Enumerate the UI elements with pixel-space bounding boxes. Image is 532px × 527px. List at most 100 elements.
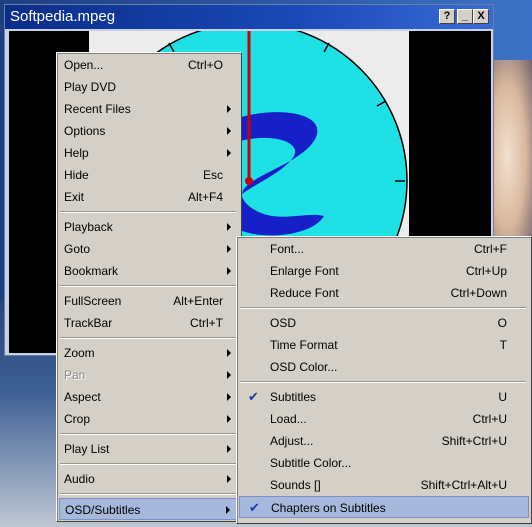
menu-item-goto[interactable]: Goto (59, 238, 239, 260)
menu-item-recent-files[interactable]: Recent Files (59, 98, 239, 120)
menu-item-label: Playback (64, 220, 113, 234)
close-button[interactable]: X (473, 9, 489, 24)
menu-item-shortcut: Ctrl+T (190, 316, 223, 330)
submenu-arrow-icon (227, 105, 231, 113)
menu-item-shortcut: O (497, 316, 507, 330)
submenu-arrow-icon (227, 415, 231, 423)
menu-item-pan: Pan (59, 364, 239, 386)
menu-item-fullscreen[interactable]: FullScreen Alt+Enter (59, 290, 239, 312)
menu-item-shortcut: Ctrl+U (472, 412, 507, 426)
menu-item-options[interactable]: Options (59, 120, 239, 142)
menu-item-label: Font... (270, 242, 305, 256)
menu-item-label: Recent Files (64, 102, 131, 116)
submenu-item-time-format[interactable]: Time Format T (239, 334, 529, 356)
submenu-arrow-icon (227, 349, 231, 357)
menu-item-zoom[interactable]: Zoom (59, 342, 239, 364)
help-button[interactable]: ? (439, 9, 455, 24)
menu-item-label: Zoom (64, 346, 95, 360)
menu-separator (240, 381, 526, 383)
menu-item-label: Subtitle Color... (270, 456, 352, 470)
menu-item-label: Subtitles (270, 390, 317, 404)
submenu-item-font[interactable]: Font... Ctrl+F (239, 238, 529, 260)
menu-item-label: TrackBar (64, 316, 113, 330)
minimize-button[interactable]: _ (457, 9, 473, 24)
menu-separator (60, 433, 236, 435)
menu-item-label: OSD (270, 316, 297, 330)
menu-item-label: Sounds [] (270, 478, 321, 492)
menu-separator (60, 211, 236, 213)
menu-item-shortcut: U (498, 390, 507, 404)
menu-item-label: Adjust... (270, 434, 314, 448)
menu-item-exit[interactable]: Exit Alt+F4 (59, 186, 239, 208)
menu-item-label: Options (64, 124, 106, 138)
menu-item-shortcut: Ctrl+Up (465, 264, 507, 278)
menu-item-shortcut: Shift+Ctrl+Alt+U (420, 478, 507, 492)
menu-item-shortcut: Shift+Ctrl+U (441, 434, 507, 448)
menu-item-label: Aspect (64, 390, 101, 404)
menu-item-label: OSD/Subtitles (65, 503, 141, 517)
submenu-item-chapters-on-subtitles[interactable]: ✔ Chapters on Subtitles (239, 496, 529, 518)
menu-item-label: Chapters on Subtitles (271, 501, 386, 515)
context-menu: Open... Ctrl+O Play DVD Recent Files Options… (56, 52, 242, 522)
submenu-item-subtitles[interactable]: ✔ Subtitles U (239, 386, 529, 408)
menu-item-play-list[interactable]: Play List (59, 438, 239, 460)
menu-item-shortcut: Esc (202, 168, 223, 182)
menu-item-help[interactable]: Help (59, 142, 239, 164)
menu-item-trackbar[interactable]: TrackBar Ctrl+T (59, 312, 239, 334)
menu-item-shortcut: Ctrl+F (474, 242, 507, 256)
menu-item-shortcut: Ctrl+O (187, 58, 223, 72)
menu-separator (60, 493, 236, 495)
menu-separator (60, 337, 236, 339)
menu-item-label: Hide (64, 168, 89, 182)
menu-item-shortcut: Alt+Enter (173, 294, 223, 308)
submenu-arrow-icon (227, 393, 231, 401)
submenu-item-enlarge-font[interactable]: Enlarge Font Ctrl+Up (239, 260, 529, 282)
submenu-item-sounds[interactable]: Sounds [] Shift+Ctrl+Alt+U (239, 474, 529, 496)
submenu-arrow-icon (227, 245, 231, 253)
menu-item-label: Play DVD (64, 80, 117, 94)
menu-item-aspect[interactable]: Aspect (59, 386, 239, 408)
menu-separator (60, 285, 236, 287)
menu-item-label: Bookmark (64, 264, 119, 278)
submenu-item-osd[interactable]: OSD O (239, 312, 529, 334)
menu-separator (60, 463, 236, 465)
menu-item-audio[interactable]: Audio (59, 468, 239, 490)
menu-item-play-dvd[interactable]: Play DVD (59, 76, 239, 98)
submenu-arrow-icon (227, 267, 231, 275)
menu-item-osd-subtitles[interactable]: OSD/Subtitles (59, 498, 239, 520)
submenu-item-subtitle-color[interactable]: Subtitle Color... (239, 452, 529, 474)
menu-item-label: Load... (270, 412, 307, 426)
menu-item-shortcut: Alt+F4 (187, 190, 223, 204)
submenu-arrow-icon (227, 371, 231, 379)
menu-item-crop[interactable]: Crop (59, 408, 239, 430)
submenu-item-osd-color[interactable]: OSD Color... (239, 356, 529, 378)
menu-item-label: Time Format (270, 338, 338, 352)
menu-item-label: Enlarge Font (270, 264, 339, 278)
submenu-arrow-icon (226, 506, 230, 514)
submenu-arrow-icon (227, 127, 231, 135)
submenu-item-load[interactable]: Load... Ctrl+U (239, 408, 529, 430)
submenu-item-reduce-font[interactable]: Reduce Font Ctrl+Down (239, 282, 529, 304)
menu-item-label: Reduce Font (270, 286, 339, 300)
title-bar[interactable]: Softpedia.mpeg ? _ X (5, 5, 493, 29)
menu-item-label: Help (64, 146, 89, 160)
checkmark-icon: ✔ (248, 389, 259, 404)
menu-item-playback[interactable]: Playback (59, 216, 239, 238)
window-title: Softpedia.mpeg (10, 8, 116, 25)
submenu-arrow-icon (227, 445, 231, 453)
submenu-arrow-icon (227, 149, 231, 157)
submenu-item-adjust[interactable]: Adjust... Shift+Ctrl+U (239, 430, 529, 452)
menu-item-label: FullScreen (64, 294, 122, 308)
clock-hub (245, 177, 253, 185)
menu-item-bookmark[interactable]: Bookmark (59, 260, 239, 282)
menu-separator (240, 307, 526, 309)
menu-item-label: Exit (64, 190, 85, 204)
menu-item-hide[interactable]: Hide Esc (59, 164, 239, 186)
menu-item-label: Audio (64, 472, 95, 486)
menu-item-label: Pan (64, 368, 86, 382)
menu-item-label: Play List (64, 442, 110, 456)
checkmark-icon: ✔ (249, 500, 260, 515)
menu-item-label: Crop (64, 412, 91, 426)
menu-item-open[interactable]: Open... Ctrl+O (59, 54, 239, 76)
menu-item-label: OSD Color... (270, 360, 338, 374)
